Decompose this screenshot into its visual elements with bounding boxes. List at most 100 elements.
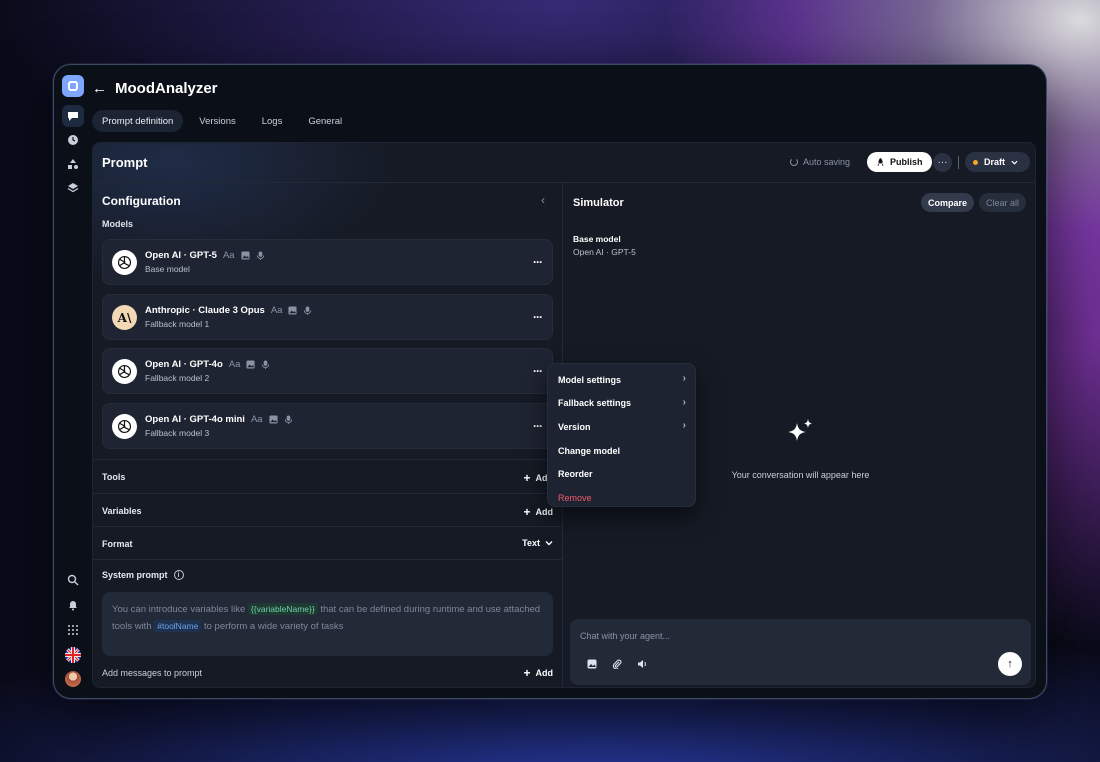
base-model-label: Base model <box>573 234 621 244</box>
menu-item-reorder[interactable]: Reorder <box>548 462 695 486</box>
text-capability-icon: Aa <box>250 414 263 425</box>
tools-label: Tools <box>102 472 126 482</box>
menu-item-label: Change model <box>558 445 621 456</box>
publish-button[interactable]: Publish <box>867 152 932 172</box>
model-menu-button[interactable]: ··· <box>533 255 543 269</box>
placeholder-text: to perform a wide variety of tasks <box>204 621 344 632</box>
microphone-icon <box>262 360 270 369</box>
send-button[interactable]: ↑ <box>998 652 1022 676</box>
apps-grid-icon[interactable] <box>62 619 84 641</box>
add-label: Add <box>535 668 554 678</box>
openai-icon <box>112 250 137 275</box>
image-capability-icon <box>288 306 297 315</box>
openai-icon <box>112 414 137 439</box>
model-card[interactable]: Open AI · GPT-4o Aa Fallback model 2 ··· <box>102 348 553 394</box>
model-name: Open AI · GPT-4o Aa <box>145 359 270 370</box>
speaker-icon[interactable] <box>637 659 647 669</box>
menu-item-label: Fallback settings <box>558 398 632 409</box>
models-label: Models <box>102 219 134 229</box>
tab-bar: Prompt definition Versions Logs General <box>92 110 352 132</box>
model-role: Fallback model 2 <box>145 373 210 383</box>
model-card[interactable]: Open AI · GPT-4o mini Aa Fallback model … <box>102 403 553 449</box>
paperclip-icon[interactable] <box>612 659 622 669</box>
menu-item-remove[interactable]: Remove <box>548 486 695 510</box>
prompt-title: Prompt <box>102 155 148 170</box>
placeholder-text: You can introduce variables like <box>112 604 246 615</box>
system-prompt-input[interactable]: You can introduce variables like {{varia… <box>102 592 553 656</box>
model-menu-button[interactable]: ··· <box>533 310 543 324</box>
tab-logs[interactable]: Logs <box>252 110 293 132</box>
model-name-text: Anthropic · Claude 3 Opus <box>145 305 265 316</box>
image-capability-icon <box>269 415 278 424</box>
chat-input[interactable]: Chat with your agent... ↑ <box>570 619 1031 685</box>
tab-general[interactable]: General <box>298 110 352 132</box>
tab-versions[interactable]: Versions <box>189 110 245 132</box>
variable-token: {{variableName}} <box>247 603 318 615</box>
image-capability-icon <box>241 251 250 260</box>
image-upload-icon[interactable] <box>587 659 597 669</box>
bell-icon[interactable] <box>62 594 84 616</box>
more-options-button[interactable]: ··· <box>933 153 952 172</box>
divider <box>93 559 562 560</box>
collapse-chevron-icon[interactable]: ‹ <box>541 193 545 207</box>
model-role: Base model <box>145 264 190 274</box>
image-capability-icon <box>246 360 255 369</box>
menu-item-fallback-settings[interactable]: Fallback settings › <box>548 392 695 416</box>
plus-icon: + <box>523 666 531 680</box>
add-message-button[interactable]: + Add <box>523 666 553 680</box>
user-avatar[interactable] <box>65 671 81 687</box>
model-menu-button[interactable]: ··· <box>533 364 543 378</box>
model-name: Anthropic · Claude 3 Opus Aa <box>145 305 312 316</box>
divider <box>958 156 959 169</box>
app-logo-icon[interactable] <box>62 75 84 97</box>
menu-item-model-settings[interactable]: Model settings › <box>548 368 695 392</box>
tools-row: Tools + Add <box>93 459 562 492</box>
chevron-right-icon: › <box>682 396 686 408</box>
search-icon[interactable] <box>62 569 84 591</box>
model-role: Fallback model 3 <box>145 428 210 438</box>
menu-item-change-model[interactable]: Change model <box>548 439 695 463</box>
model-card[interactable]: Open AI · GPT-5 Aa Base model ··· <box>102 239 553 285</box>
microphone-icon <box>256 251 264 260</box>
rocket-icon <box>877 157 884 166</box>
tab-prompt-definition[interactable]: Prompt definition <box>92 110 184 132</box>
model-name: Open AI · GPT-4o mini Aa <box>145 414 293 425</box>
base-model-value: Open AI · GPT-5 <box>573 247 636 257</box>
system-prompt-label-text: System prompt <box>102 570 168 580</box>
model-card[interactable]: A\ Anthropic · Claude 3 Opus Aa Fallback… <box>102 294 553 340</box>
info-icon[interactable]: i <box>173 570 184 580</box>
status-dropdown[interactable]: Draft <box>965 152 1030 172</box>
layers-icon[interactable] <box>62 177 84 199</box>
autosave-status: Auto saving <box>790 157 850 167</box>
compare-button[interactable]: Compare <box>921 193 975 212</box>
model-role: Fallback model 1 <box>145 319 210 329</box>
back-arrow-icon[interactable]: ← <box>92 80 107 97</box>
system-prompt-label: System prompt i <box>102 570 184 580</box>
configuration-title: Configuration <box>102 194 181 208</box>
publish-label: Publish <box>890 157 923 167</box>
side-rail <box>54 65 92 698</box>
variables-label: Variables <box>102 506 142 516</box>
add-messages-label: Add messages to prompt <box>102 668 203 678</box>
clock-icon[interactable] <box>62 129 84 151</box>
page-header: ← MoodAnalyzer <box>92 77 218 99</box>
plus-icon: + <box>523 505 531 519</box>
model-menu-button[interactable]: ··· <box>533 419 543 433</box>
chevron-right-icon: › <box>682 420 686 432</box>
text-capability-icon: Aa <box>270 305 283 316</box>
model-name-text: Open AI · GPT-4o mini <box>145 414 245 425</box>
model-name-text: Open AI · GPT-4o <box>145 359 223 370</box>
shapes-icon[interactable] <box>62 153 84 175</box>
menu-item-version[interactable]: Version › <box>548 415 695 439</box>
text-capability-icon: Aa <box>228 359 241 370</box>
chevron-right-icon: › <box>682 373 686 384</box>
chat-icon[interactable] <box>62 105 84 127</box>
format-label: Format <box>102 539 133 549</box>
format-select[interactable]: Text <box>522 538 553 548</box>
menu-item-label: Version <box>558 421 591 432</box>
uk-flag-icon[interactable] <box>65 647 81 663</box>
clear-all-button[interactable]: Clear all <box>979 193 1027 212</box>
simulator-title: Simulator <box>573 197 624 209</box>
prompt-header: Prompt Auto saving Publish ··· Draft <box>93 143 1035 183</box>
format-row: Format Text <box>93 526 562 559</box>
